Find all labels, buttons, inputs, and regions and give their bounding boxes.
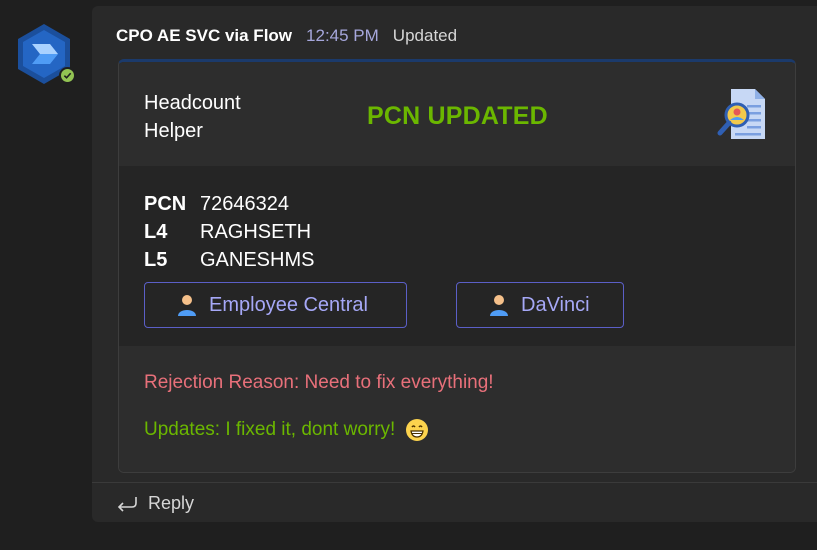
fact-value: GANESHMS [200, 248, 315, 271]
fact-label: PCN [144, 192, 187, 215]
person-icon [490, 295, 508, 316]
document-search-icon [717, 87, 769, 143]
fact-row-pcn: PCN 72646324 [144, 190, 314, 218]
person-icon [178, 295, 196, 316]
updates-text: Updates: I fixed it, dont worry! [144, 419, 396, 440]
card-status: PCN UPDATED [367, 102, 548, 130]
rejection-reason: Rejection Reason: Need to fix everything… [144, 372, 494, 393]
presence-available-icon [59, 67, 76, 84]
message-bubble: CPO AE SVC via Flow 12:45 PM Updated Hea… [92, 6, 817, 522]
chat-canvas: CPO AE SVC via Flow 12:45 PM Updated Hea… [0, 0, 817, 550]
card-title: Headcount Helper [144, 92, 241, 142]
davinci-button[interactable]: DaVinci [456, 282, 624, 328]
fact-label: L5 [144, 248, 168, 271]
davinci-label: DaVinci [521, 293, 590, 316]
card-body: PCN 72646324 L4 RAGHSETH L5 GANESHMS Emp… [119, 166, 795, 346]
card-header: Headcount Helper PCN UPDATED [119, 62, 795, 166]
employee-central-label: Employee Central [209, 293, 368, 316]
fact-set: PCN 72646324 L4 RAGHSETH L5 GANESHMS [144, 190, 314, 274]
fact-value: RAGHSETH [200, 220, 312, 243]
fact-row-l5: L5 GANESHMS [144, 246, 314, 274]
fact-label: L4 [144, 220, 168, 243]
card-notes: Rejection Reason: Need to fix everything… [119, 346, 795, 472]
edited-label: Updated [392, 26, 458, 45]
message-timestamp[interactable]: 12:45 PM [306, 26, 379, 46]
fact-row-l4: L4 RAGHSETH [144, 218, 314, 246]
fact-value: 72646324 [200, 192, 289, 215]
adaptive-card: Headcount Helper PCN UPDATED PCN 7264632… [118, 59, 796, 473]
reply-button[interactable]: Reply [116, 493, 194, 514]
reply-arrow-icon [117, 496, 137, 512]
employee-central-button[interactable]: Employee Central [144, 282, 407, 328]
message-header: CPO AE SVC via Flow 12:45 PM Updated [116, 25, 457, 47]
sender-name[interactable]: CPO AE SVC via Flow [116, 26, 292, 46]
updates-note: Updates: I fixed it, dont worry! [144, 418, 429, 442]
reply-bar: Reply [92, 482, 817, 522]
reply-label: Reply [148, 493, 195, 513]
grinning-face-icon [406, 419, 429, 441]
